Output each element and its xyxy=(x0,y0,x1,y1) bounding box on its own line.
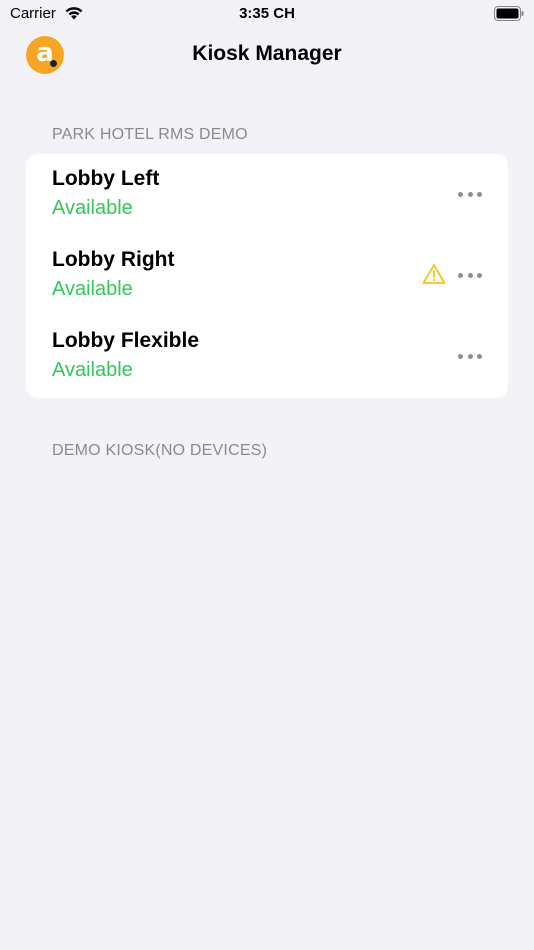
status-time: 3:35 CH xyxy=(239,5,295,22)
kiosk-row-lobby-right[interactable]: Lobby Right Available xyxy=(26,235,508,316)
warning-icon[interactable] xyxy=(422,263,446,285)
more-icon[interactable] xyxy=(458,271,482,279)
kiosk-list-card: Lobby Left Available Lobby Right Availab… xyxy=(26,154,508,398)
kiosk-name: Lobby Left xyxy=(52,167,160,190)
more-icon[interactable] xyxy=(458,190,482,198)
kiosk-name: Lobby Flexible xyxy=(52,329,200,352)
kiosk-row-lobby-left[interactable]: Lobby Left Available xyxy=(26,154,508,235)
status-bar: Carrier 3:35 CH xyxy=(0,0,534,28)
kiosk-status: Available xyxy=(52,278,133,300)
more-icon[interactable] xyxy=(458,352,482,360)
section-header-park-hotel: PARK HOTEL RMS DEMO xyxy=(52,126,248,143)
kiosk-name: Lobby Right xyxy=(52,248,175,271)
page-title: Kiosk Manager xyxy=(192,42,342,65)
battery-icon xyxy=(494,6,524,21)
kiosk-row-lobby-flexible[interactable]: Lobby Flexible Available xyxy=(26,316,508,397)
kiosk-status: Available xyxy=(52,197,133,219)
kiosk-status: Available xyxy=(52,359,133,381)
navigation-bar: a Kiosk Manager xyxy=(0,28,534,84)
section-header-demo-kiosk: DEMO KIOSK(NO DEVICES) xyxy=(52,442,268,459)
